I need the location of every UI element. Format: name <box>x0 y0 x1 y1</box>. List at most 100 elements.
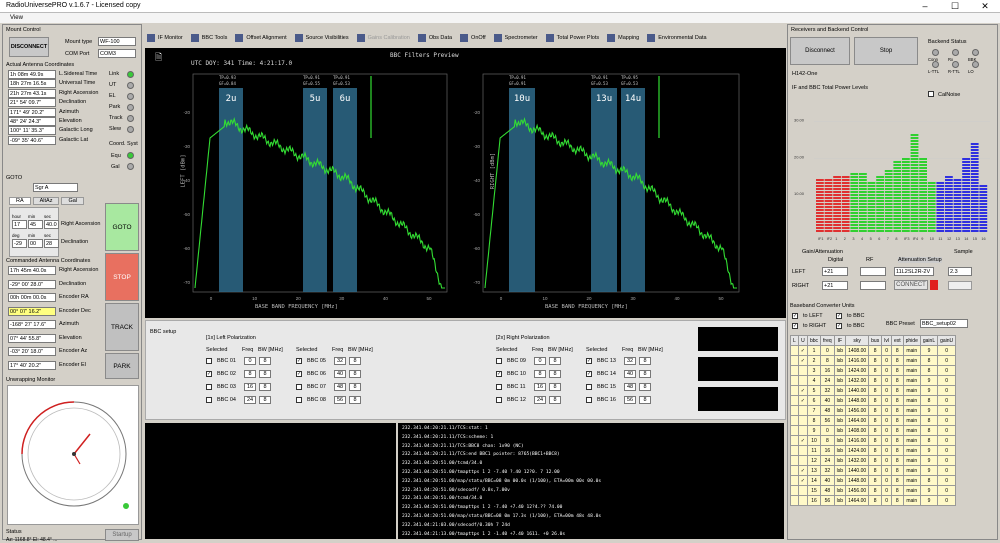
bbc-freq-field[interactable]: 16 <box>244 383 256 391</box>
table-cell[interactable] <box>790 355 799 366</box>
minimize-button[interactable]: – <box>910 0 940 13</box>
startup-button[interactable]: Startup <box>105 529 139 541</box>
table-cell[interactable] <box>790 345 799 356</box>
bbc-setup-row[interactable]: ✓ BBC 14 40 8 <box>586 370 651 378</box>
bbc-checkbox[interactable] <box>586 397 592 403</box>
toolbar-button-monitor[interactable]: IF Monitor <box>143 31 187 45</box>
equ-led[interactable] <box>127 152 134 159</box>
bbc-setup-row[interactable]: BBC 12 24 8 <box>496 396 561 404</box>
table-cell[interactable] <box>797 455 808 466</box>
toolbar-button-data[interactable]: Obs Data <box>414 31 456 45</box>
disconnect-button[interactable]: DISCONNECT <box>9 37 49 57</box>
bbc-freq-field[interactable]: 8 <box>534 370 546 378</box>
toolbar-button-align[interactable]: Offset Alignment <box>231 31 290 45</box>
gal-led[interactable] <box>127 163 134 170</box>
track-button[interactable]: TRACK <box>105 303 139 351</box>
bbc-setup-row[interactable]: BBC 15 48 8 <box>586 383 651 391</box>
if-right-row[interactable]: ✓ to RIGHT <box>792 323 826 329</box>
goto-tab[interactable]: AltAz <box>32 197 60 205</box>
bbc-freq-field[interactable]: 0 <box>534 357 546 365</box>
goto-ra-field[interactable]: 45 <box>28 220 43 229</box>
bbc-bw-field[interactable]: 8 <box>639 383 651 391</box>
table-row[interactable]: 4 24 lsb 1432.00 8 0 8 main 9 0 <box>790 375 957 386</box>
connect-button[interactable]: CONNECT <box>894 280 928 290</box>
table-cell[interactable] <box>790 375 799 386</box>
table-cell[interactable] <box>797 405 808 416</box>
bbc-checkbox[interactable] <box>496 384 502 390</box>
table-cell[interactable] <box>790 385 799 396</box>
bbc-bw-field[interactable]: 8 <box>259 396 271 404</box>
toolbar-button-spectrum[interactable]: Spectrometer <box>490 31 542 45</box>
table-row[interactable]: 3 16 lsb 1424.00 8 0 8 main 8 0 <box>790 365 957 376</box>
gain-right-rf[interactable] <box>860 281 886 290</box>
bbc-checkbox[interactable]: ✓ <box>206 371 212 377</box>
park-button[interactable]: PARK <box>105 353 139 379</box>
bbc-checkbox[interactable] <box>496 358 502 364</box>
sample-select[interactable]: 2.3 <box>948 267 972 276</box>
table-cell[interactable] <box>790 415 799 426</box>
backend-stop-button[interactable]: Stop <box>854 37 918 65</box>
table-cell[interactable]: ✓ <box>797 385 808 396</box>
bbc-left-row[interactable]: ✓ to BBC <box>836 313 864 319</box>
table-cell[interactable] <box>790 485 799 496</box>
bbc-setup-row[interactable]: BBC 11 16 8 <box>496 383 561 391</box>
bbc-setup-row[interactable]: ✓ BBC 10 8 8 <box>496 370 561 378</box>
table-row[interactable]: ✓ 13 32 lsb 1440.00 8 0 8 main 9 0 <box>790 465 957 476</box>
toolbar-button-visibility[interactable]: Source Visibilities <box>291 31 353 45</box>
goto-dec-field[interactable]: -29 <box>12 239 27 248</box>
bbc-checkbox[interactable]: ✓ <box>296 358 302 364</box>
bbc-setup-row[interactable]: BBC 07 48 8 <box>296 383 361 391</box>
table-row[interactable]: ✓ 2 8 lsb 1416.00 8 0 8 main 8 0 <box>790 355 957 366</box>
table-cell[interactable] <box>790 475 799 486</box>
bbc-bw-field[interactable]: 8 <box>639 370 651 378</box>
bbc-bw-field[interactable]: 8 <box>639 357 651 365</box>
bbc-setup-row[interactable]: ✓ BBC 13 32 8 <box>586 357 651 365</box>
goto-ra-field[interactable]: 40.0 <box>44 220 59 229</box>
table-cell[interactable] <box>790 425 799 436</box>
bbc-freq-field[interactable]: 48 <box>624 383 636 391</box>
table-cell[interactable] <box>797 415 808 426</box>
bbc-freq-field[interactable]: 48 <box>334 383 346 391</box>
table-cell[interactable] <box>790 405 799 416</box>
att-setup-select[interactable]: 11L2SL2R-2V <box>894 267 934 276</box>
bbc-bw-field[interactable]: 8 <box>549 383 561 391</box>
bbc-freq-field[interactable]: 16 <box>534 383 546 391</box>
table-cell[interactable] <box>797 425 808 436</box>
bbc-bw-field[interactable]: 8 <box>349 357 361 365</box>
bbc-bw-field[interactable]: 8 <box>549 396 561 404</box>
goto-tab[interactable]: RA <box>9 197 31 205</box>
bbc-right-row[interactable]: ✓ to BBC <box>836 323 864 329</box>
goto-button[interactable]: GOTO <box>105 203 139 251</box>
table-cell[interactable] <box>790 445 799 456</box>
table-cell[interactable] <box>790 435 799 446</box>
table-cell[interactable] <box>797 495 808 506</box>
goto-tab[interactable]: Gal <box>61 197 85 205</box>
maximize-button[interactable]: ☐ <box>940 0 970 13</box>
bbc-checkbox[interactable] <box>206 384 212 390</box>
bbc-setup-row[interactable]: BBC 01 0 8 <box>206 357 271 365</box>
table-cell[interactable]: ✓ <box>797 465 808 476</box>
stop-button[interactable]: STOP <box>105 253 139 301</box>
mount-type-select[interactable]: WF-100 <box>98 37 136 46</box>
toolbar-button-tools[interactable]: BBC Tools <box>187 31 232 45</box>
bbc-checkbox[interactable] <box>296 397 302 403</box>
table-cell[interactable]: ✓ <box>797 395 808 406</box>
bbc-bw-field[interactable]: 8 <box>259 370 271 378</box>
bbc-bw-field[interactable]: 8 <box>349 370 361 378</box>
preset-select[interactable]: BBC_setup02 <box>920 319 968 328</box>
table-cell[interactable]: ✓ <box>797 345 808 356</box>
bbc-setup-row[interactable]: BBC 16 56 8 <box>586 396 651 404</box>
bbc-setup-row[interactable]: ✓ BBC 06 40 8 <box>296 370 361 378</box>
table-row[interactable]: ✓ 5 32 lsb 1440.00 8 0 8 main 9 0 <box>790 385 957 396</box>
goto-dec-field[interactable]: 28 <box>44 239 59 248</box>
table-row[interactable]: ✓ 14 40 lsb 1448.00 8 0 8 main 8 0 <box>790 475 957 486</box>
goto-dec-field[interactable]: 00 <box>28 239 43 248</box>
bbc-freq-field[interactable]: 32 <box>334 357 346 365</box>
bbc-freq-field[interactable]: 56 <box>624 396 636 404</box>
bbc-checkbox[interactable] <box>296 384 302 390</box>
bbc-freq-field[interactable]: 56 <box>334 396 346 404</box>
toolbar-button-map[interactable]: Mapping <box>603 31 643 45</box>
bbc-freq-field[interactable]: 32 <box>624 357 636 365</box>
table-row[interactable]: 16 56 lsb 1464.00 8 0 8 main 9 0 <box>790 495 957 506</box>
menu-view[interactable]: View <box>10 15 23 21</box>
